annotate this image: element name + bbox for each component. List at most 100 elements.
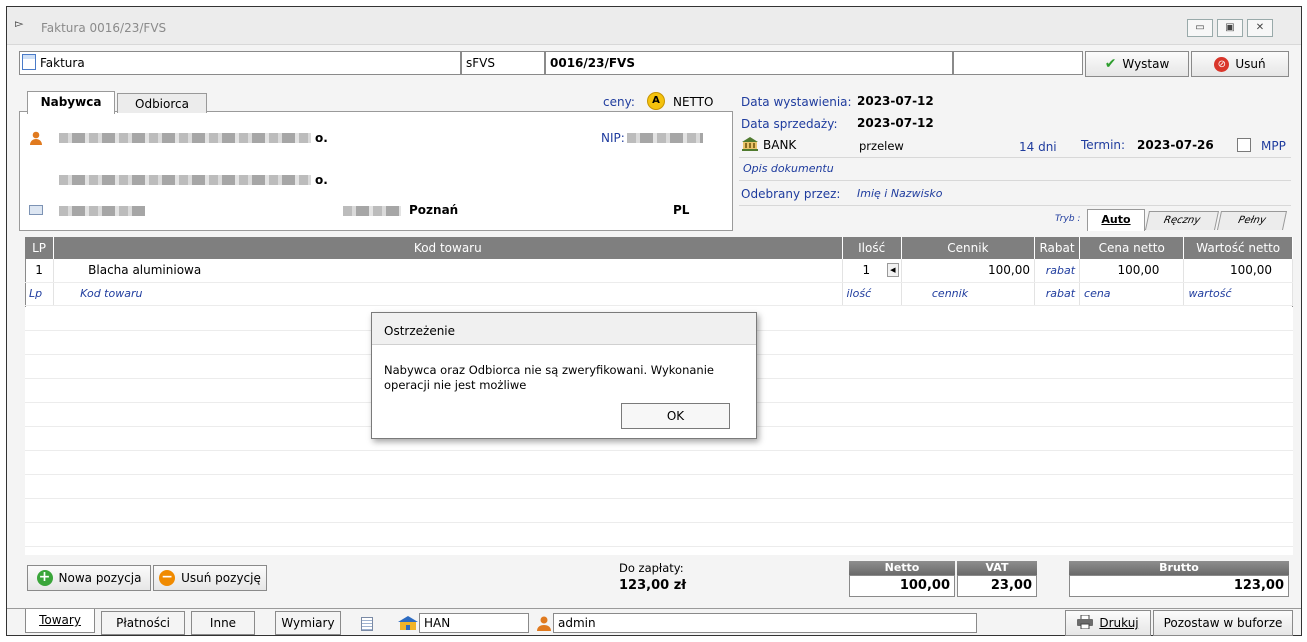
document-type-value: Faktura — [40, 56, 85, 70]
cell-item-code[interactable]: Blacha aluminiowa — [53, 259, 843, 283]
plus-circle-icon: + — [36, 570, 53, 586]
check-icon: ✔ — [1104, 56, 1117, 72]
col-discount[interactable]: Rabat — [1034, 237, 1081, 259]
print-button[interactable]: Drukuj — [1065, 610, 1151, 636]
cell-price-list[interactable]: 100,00 — [901, 259, 1035, 283]
dialog-title: Ostrzeżenie — [372, 313, 756, 345]
mpp-checkbox[interactable] — [1237, 138, 1251, 152]
items-grid: LP Kod towaru Ilość Cennik Rabat Cena ne… — [25, 237, 1293, 306]
mode-label: Tryb : — [1055, 214, 1081, 224]
placeholder-quantity[interactable]: ilość — [842, 282, 902, 306]
bank-icon — [741, 137, 759, 151]
series-field[interactable]: sFVS — [461, 51, 545, 75]
price-mode-badge[interactable]: A — [647, 92, 665, 110]
issue-button[interactable]: ✔ Wystaw — [1085, 51, 1189, 77]
tab-dimensions-label: Wymiary — [281, 616, 335, 630]
new-position-button[interactable]: + Nowa pozycja — [27, 565, 151, 591]
tab-mode-manual[interactable]: Ręczny — [1144, 211, 1220, 230]
sale-date-value[interactable]: 2023-07-12 — [857, 116, 934, 130]
mpp-label: MPP — [1261, 139, 1286, 153]
placeholder-discount[interactable]: rabat — [1034, 282, 1081, 306]
user-field[interactable]: admin — [553, 613, 977, 633]
postal-code-redacted — [59, 206, 145, 216]
col-price-list[interactable]: Cennik — [901, 237, 1035, 259]
invoice-window: ▻ Faktura 0016/23/FVS ▭ ▣ ✕ Faktura sFVS… — [6, 6, 1302, 636]
table-row[interactable]: 1 Blacha aluminiowa 1 ◀ 100,00 rabat 100,… — [25, 259, 1293, 283]
issue-date-value[interactable]: 2023-07-12 — [857, 94, 934, 108]
tab-recipient-label: Odbiorca — [135, 97, 189, 111]
brutto-header: Brutto — [1069, 561, 1289, 575]
brutto-value: 123,00 — [1069, 575, 1289, 597]
cell-net-price[interactable]: 100,00 — [1079, 259, 1185, 283]
print-button-label: Drukuj — [1099, 616, 1139, 630]
notes-icon[interactable] — [361, 617, 373, 631]
col-net-value[interactable]: Wartość netto — [1183, 237, 1293, 259]
cell-quantity[interactable]: 1 ◀ — [842, 259, 902, 283]
payment-method-value[interactable]: przelew — [859, 139, 904, 153]
minus-circle-icon: − — [159, 570, 176, 586]
bank-label[interactable]: BANK — [763, 138, 796, 152]
placeholder-item-code[interactable]: Kod towaru — [53, 282, 843, 306]
tab-other[interactable]: Inne — [191, 611, 255, 635]
tab-mode-manual-label: Ręczny — [1162, 215, 1202, 226]
tab-recipient[interactable]: Odbiorca — [117, 93, 207, 113]
toolbar-spacer-field — [953, 51, 1083, 75]
tab-payments-label: Płatności — [116, 616, 170, 630]
tab-goods-label: Towary — [39, 613, 81, 627]
tab-goods[interactable]: Towary — [25, 609, 95, 633]
street-redacted — [343, 206, 401, 216]
cell-quantity-value: 1 — [862, 263, 871, 278]
received-by-label: Odebrany przez: — [741, 187, 841, 201]
minimize-button[interactable]: ▭ — [1187, 19, 1213, 37]
envelope-icon — [29, 205, 43, 215]
col-item-code[interactable]: Kod towaru — [53, 237, 843, 259]
tab-other-label: Inne — [209, 616, 237, 630]
due-date-label: Termin: — [1081, 138, 1126, 152]
placeholder-net-value[interactable]: wartość — [1183, 282, 1293, 306]
placeholder-net-price[interactable]: cena — [1079, 282, 1185, 306]
cell-discount[interactable]: rabat — [1034, 259, 1081, 283]
received-by-field[interactable]: Imię i Nazwisko — [857, 187, 942, 200]
country-value: PL — [673, 203, 690, 217]
ok-button[interactable]: OK — [621, 403, 730, 429]
nip-value-redacted — [627, 133, 703, 143]
due-date-value[interactable]: 2023-07-26 — [1137, 138, 1214, 152]
delete-button-label: Usuń — [1235, 57, 1266, 71]
no-entry-icon: ⊘ — [1214, 56, 1230, 72]
quantity-dropdown-icon[interactable]: ◀ — [886, 263, 899, 277]
tab-mode-full-label: Pełny — [1237, 215, 1267, 226]
tab-payments[interactable]: Płatności — [101, 611, 185, 635]
title-bar: ▻ Faktura 0016/23/FVS ▭ ▣ ✕ — [7, 7, 1301, 45]
amount-due-value: 123,00 zł — [619, 578, 687, 593]
placeholder-price-list[interactable]: cennik — [901, 282, 1035, 306]
warehouse-icon — [397, 615, 419, 631]
tab-mode-full[interactable]: Pełny — [1216, 211, 1288, 230]
issue-date-label: Data wystawienia: — [741, 95, 852, 109]
tab-buyer[interactable]: Nabywca — [27, 91, 115, 114]
maximize-button[interactable]: ▣ — [1217, 19, 1243, 37]
placeholder-lp[interactable]: Lp — [25, 282, 55, 306]
sale-date-label: Data sprzedaży: — [741, 117, 838, 131]
netto-header: Netto — [849, 561, 955, 575]
buyer-name-line2-suffix: o. — [315, 173, 328, 187]
close-button[interactable]: ✕ — [1247, 19, 1273, 37]
grid-header-row: LP Kod towaru Ilość Cennik Rabat Cena ne… — [25, 237, 1293, 259]
keep-in-buffer-button[interactable]: Pozostaw w buforze — [1153, 610, 1293, 636]
table-row-new[interactable]: Lp Kod towaru ilość cennik rabat cena wa… — [25, 282, 1293, 306]
tab-mode-auto-label: Auto — [1101, 213, 1131, 226]
document-description-link[interactable]: Opis dokumentu — [743, 162, 834, 175]
col-lp[interactable]: LP — [25, 237, 55, 259]
col-net-price[interactable]: Cena netto — [1079, 237, 1185, 259]
document-type-field[interactable]: Faktura — [19, 51, 461, 75]
cell-lp: 1 — [25, 259, 55, 283]
col-quantity[interactable]: Ilość — [842, 237, 902, 259]
tab-mode-auto[interactable]: Auto — [1087, 209, 1145, 231]
amount-due-label: Do zapłaty: — [619, 561, 684, 575]
payment-days-value[interactable]: 14 dni — [1019, 140, 1057, 154]
document-number-field[interactable]: 0016/23/FVS — [545, 51, 953, 75]
remove-position-button[interactable]: − Usuń pozycję — [153, 565, 267, 591]
tab-dimensions[interactable]: Wymiary — [275, 611, 341, 635]
window-title: Faktura 0016/23/FVS — [41, 21, 167, 35]
delete-button[interactable]: ⊘ Usuń — [1191, 51, 1289, 77]
warehouse-field[interactable]: HAN — [419, 613, 529, 633]
